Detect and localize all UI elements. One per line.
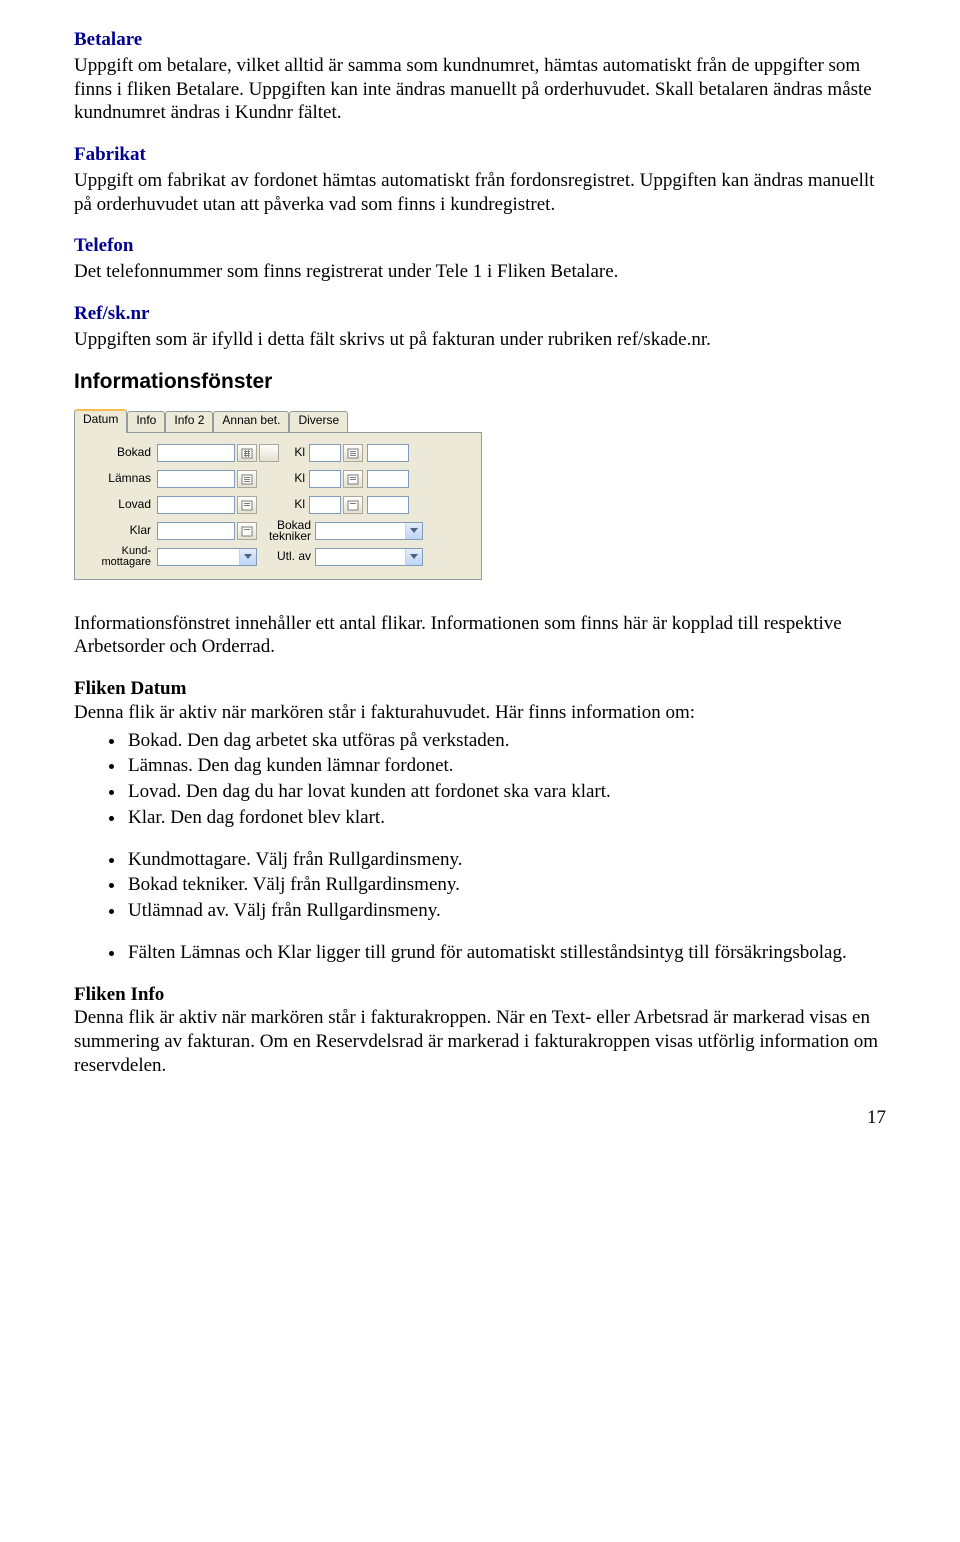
tab-diverse[interactable]: Diverse — [289, 411, 348, 432]
panel-body: Bokad Kl Lämnas Kl — [74, 432, 482, 580]
tab-info[interactable]: Info — [127, 411, 165, 432]
page-number: 17 — [74, 1106, 886, 1130]
tab-bar: Datum Info Info 2 Annan bet. Diverse — [74, 410, 482, 432]
list-item: Bokad tekniker. Välj från Rullgardinsmen… — [126, 873, 886, 897]
input-lamnas-kl1[interactable] — [309, 470, 341, 488]
heading-fabrikat: Fabrikat — [74, 143, 886, 167]
bullet-list-1: Bokad. Den dag arbetet ska utföras på ve… — [74, 729, 886, 830]
tab-info2[interactable]: Info 2 — [165, 411, 213, 432]
chevron-down-icon[interactable] — [405, 549, 422, 565]
label-bokad: Bokad — [83, 445, 157, 460]
button-bokad-extra[interactable] — [259, 444, 279, 462]
label-klar: Klar — [83, 523, 157, 538]
calendar-icon[interactable] — [237, 522, 257, 540]
input-lamnas-date[interactable] — [157, 470, 235, 488]
list-item: Utlämnad av. Välj från Rullgardinsmeny. — [126, 899, 886, 923]
list-item: Fälten Lämnas och Klar ligger till grund… — [126, 941, 886, 965]
heading-refsk: Ref/sk.nr — [74, 302, 886, 326]
body-betalare: Uppgift om betalare, vilket alltid är sa… — [74, 54, 886, 125]
label-utl-av: Utl. av — [257, 551, 315, 562]
bullet-list-3: Fälten Lämnas och Klar ligger till grund… — [74, 941, 886, 965]
heading-fliken-info: Fliken Info — [74, 983, 886, 1007]
body-fliken-info: Denna flik är aktiv när markören står i … — [74, 1006, 886, 1077]
input-bokad-kl1[interactable] — [309, 444, 341, 462]
label-kl-bokad: Kl — [279, 445, 309, 460]
label-kundmottagare: Kund- mottagare — [83, 546, 157, 568]
tab-datum[interactable]: Datum — [74, 409, 127, 433]
list-item: Bokad. Den dag arbetet ska utföras på ve… — [126, 729, 886, 753]
body-fliken-datum: Denna flik är aktiv när markören står i … — [74, 701, 886, 725]
list-item: Lämnas. Den dag kunden lämnar fordonet. — [126, 754, 886, 778]
calendar-icon[interactable] — [237, 470, 257, 488]
input-lovad-kl1[interactable] — [309, 496, 341, 514]
heading-telefon: Telefon — [74, 234, 886, 258]
input-klar-date[interactable] — [157, 522, 235, 540]
body-refsk: Uppgiften som är ifylld i detta fält skr… — [74, 328, 886, 352]
heading-betalare: Betalare — [74, 28, 886, 52]
tab-annan-bet[interactable]: Annan bet. — [213, 411, 289, 432]
section-informationsfonster: Informationsfönster — [74, 369, 886, 395]
calendar-icon[interactable] — [343, 470, 363, 488]
list-item: Lovad. Den dag du har lovat kunden att f… — [126, 780, 886, 804]
chevron-down-icon[interactable] — [405, 523, 422, 539]
label-kl-lamnas: Kl — [279, 471, 309, 486]
list-item: Klar. Den dag fordonet blev klart. — [126, 806, 886, 830]
label-lovad: Lovad — [83, 497, 157, 512]
info-panel: Datum Info Info 2 Annan bet. Diverse Bok… — [74, 410, 482, 580]
calendar-icon[interactable] — [237, 444, 257, 462]
bullet-list-2: Kundmottagare. Välj från Rullgardinsmeny… — [74, 848, 886, 923]
input-lamnas-kl2[interactable] — [367, 470, 409, 488]
dropdown-utl-av[interactable] — [315, 548, 423, 566]
input-bokad-date[interactable] — [157, 444, 235, 462]
input-lovad-kl2[interactable] — [367, 496, 409, 514]
calendar-icon[interactable] — [237, 496, 257, 514]
label-bokad-tekniker: Bokad tekniker — [257, 520, 315, 542]
heading-fliken-datum: Fliken Datum — [74, 677, 886, 701]
label-kl-lovad: Kl — [279, 497, 309, 512]
dropdown-kundmottagare[interactable] — [157, 548, 257, 566]
info-body: Informationsfönstret innehåller ett anta… — [74, 612, 886, 660]
chevron-down-icon[interactable] — [239, 549, 256, 565]
body-fabrikat: Uppgift om fabrikat av fordonet hämtas a… — [74, 169, 886, 217]
dropdown-bokad-tekniker[interactable] — [315, 522, 423, 540]
calendar-icon[interactable] — [343, 496, 363, 514]
list-item: Kundmottagare. Välj från Rullgardinsmeny… — [126, 848, 886, 872]
body-telefon: Det telefonnummer som finns registrerat … — [74, 260, 886, 284]
input-bokad-kl2[interactable] — [367, 444, 409, 462]
calendar-icon[interactable] — [343, 444, 363, 462]
label-lamnas: Lämnas — [83, 471, 157, 486]
input-lovad-date[interactable] — [157, 496, 235, 514]
